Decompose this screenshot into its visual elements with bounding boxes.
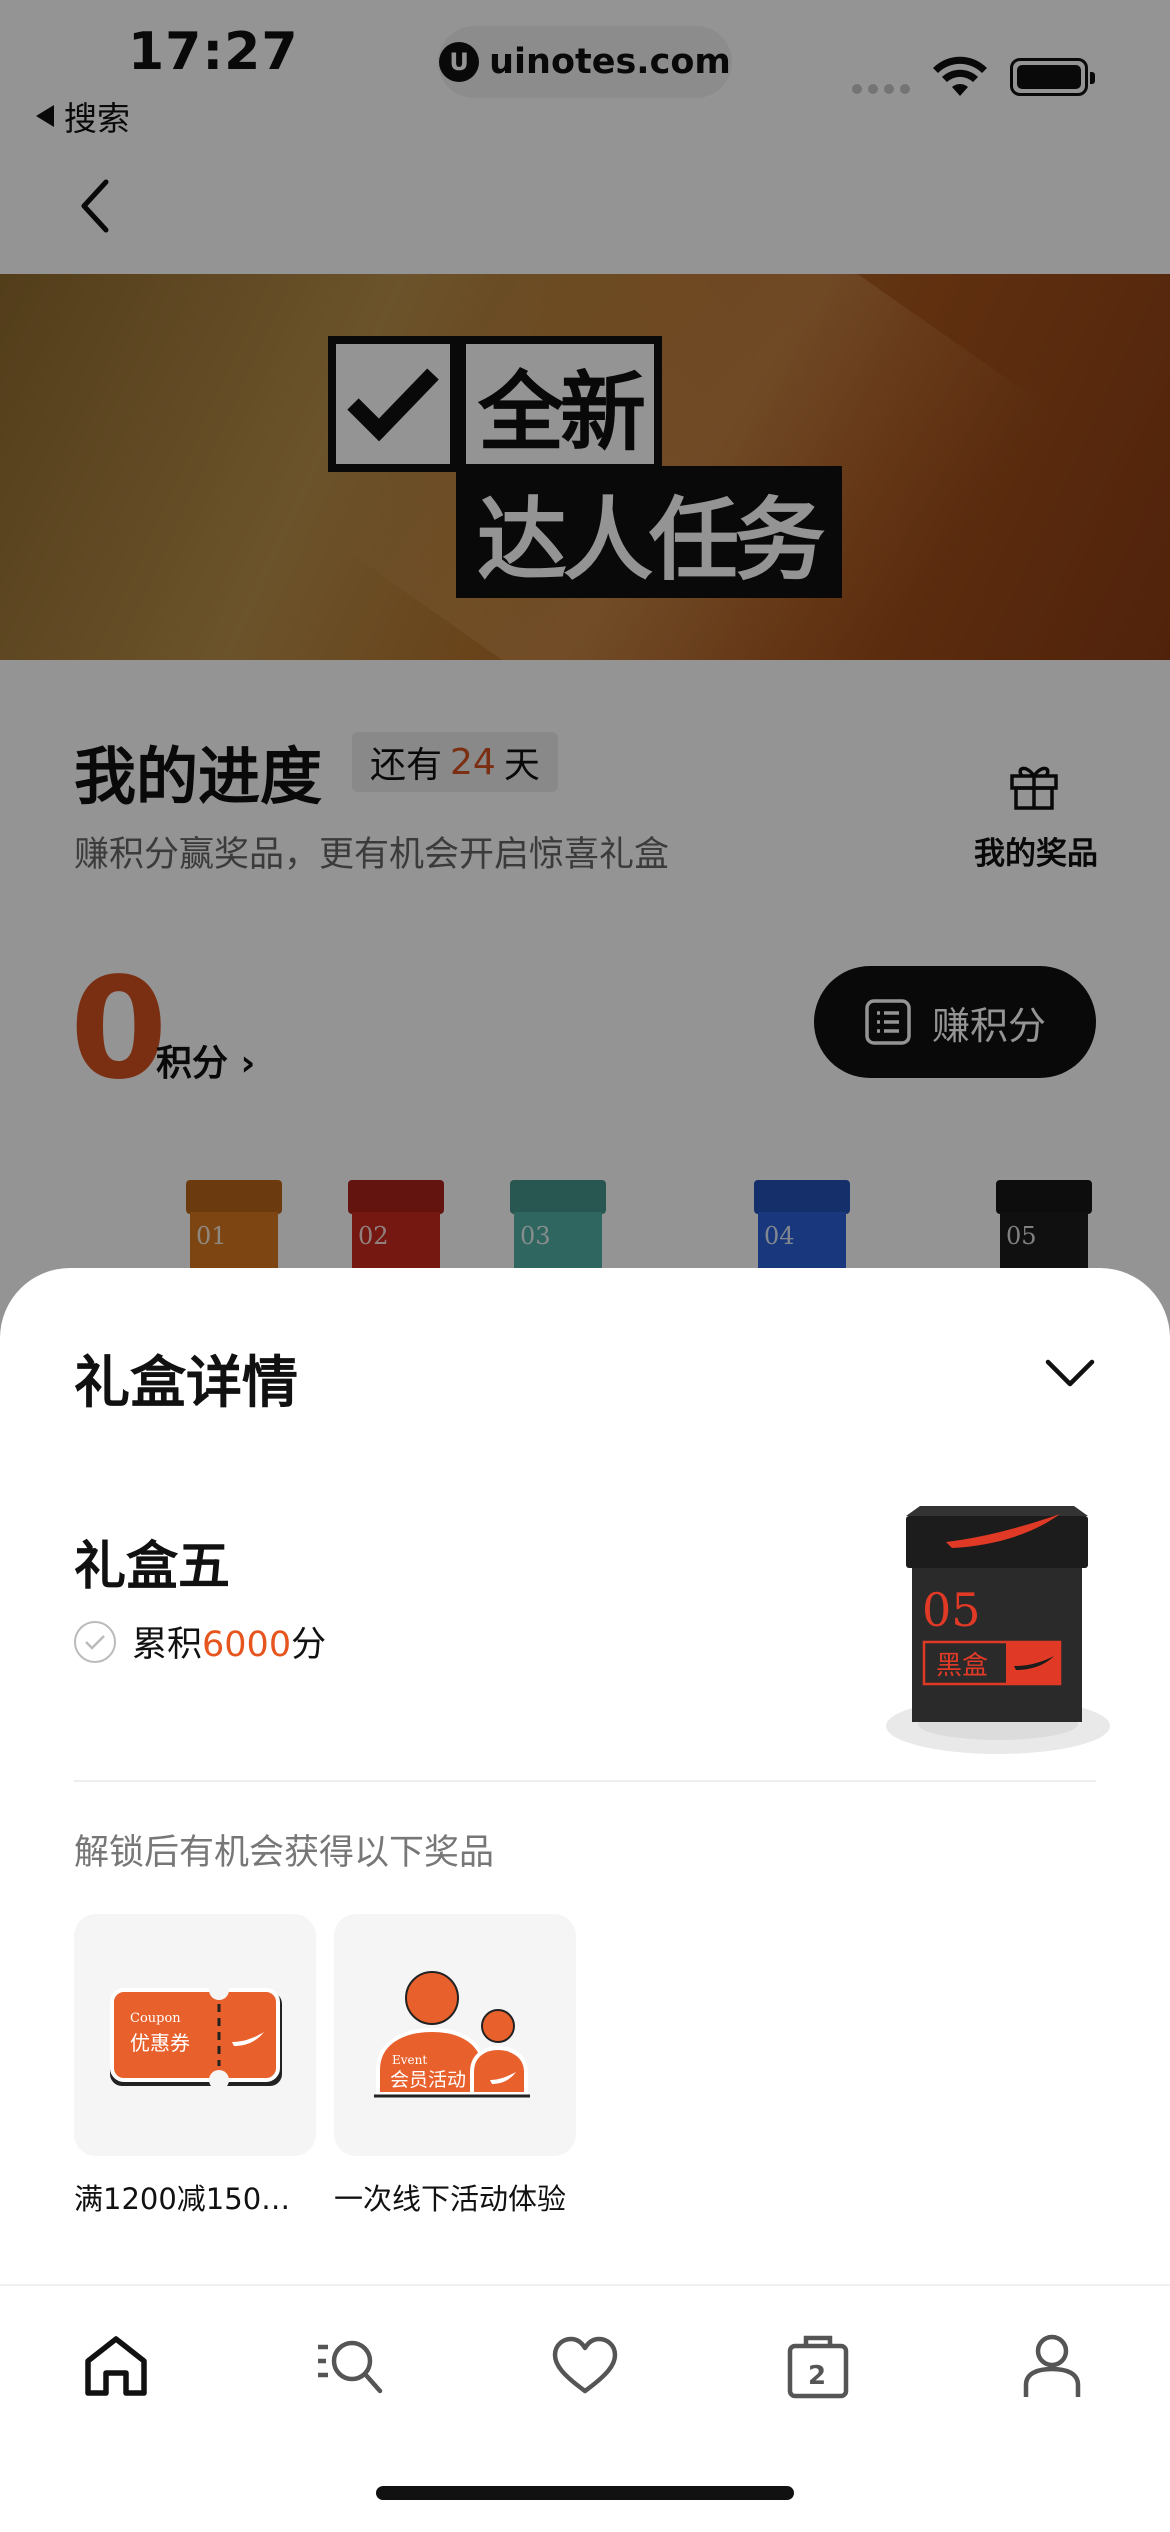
svg-text:Coupon: Coupon [130,2011,181,2026]
required-points: 6000 [202,1625,292,1665]
gift-box-detail-sheet: 礼盒详情 礼盒五 累积6000分 05 黑盒 解锁后有机会获得以下奖品 Coup… [0,1268,1170,2284]
box-name: 礼盒五 [74,1537,231,1597]
svg-text:Event: Event [392,2053,427,2067]
tab-home[interactable] [76,2326,156,2406]
black-gift-box-image: 05 黑盒 [886,1506,1110,1754]
divider [74,1780,1096,1782]
tab-favorites[interactable] [545,2326,625,2406]
home-indicator [376,2486,794,2500]
profile-icon [1023,2334,1081,2397]
event-icon: Event 会员活动 [374,1971,530,2098]
prize-name-coupon: 满1200减150优惠券 [74,2182,316,2216]
prize-name-event: 一次线下活动体验 [334,2182,567,2216]
big-box-tag: 黑盒 [936,1651,988,1681]
tab-discover[interactable] [310,2326,390,2406]
chevron-down-icon[interactable] [1044,1356,1096,1390]
home-icon [85,2336,147,2396]
tab-profile[interactable] [1012,2326,1092,2406]
bag-count-badge: 2 [808,2361,826,2391]
unlock-requirement: 累积6000分 [74,1616,326,1667]
big-box-number: 05 [922,1583,981,1637]
svg-text:优惠券: 优惠券 [130,2031,190,2055]
search-icon [318,2340,383,2394]
check-circle-icon [74,1620,116,1663]
prize-card-coupon[interactable]: Coupon 优惠券 [74,1914,316,2156]
coupon-icon: Coupon 优惠券 [110,1980,282,2090]
sheet-title: 礼盒详情 [74,1351,298,1416]
tab-bag[interactable]: 2 [778,2326,858,2406]
prize-card-event[interactable]: Event 会员活动 [334,1914,576,2156]
unlock-hint: 解锁后有机会获得以下奖品 [74,1833,495,1873]
heart-icon [552,2336,618,2394]
bag-icon: 2 [787,2335,849,2399]
svg-text:会员活动: 会员活动 [390,2069,466,2091]
